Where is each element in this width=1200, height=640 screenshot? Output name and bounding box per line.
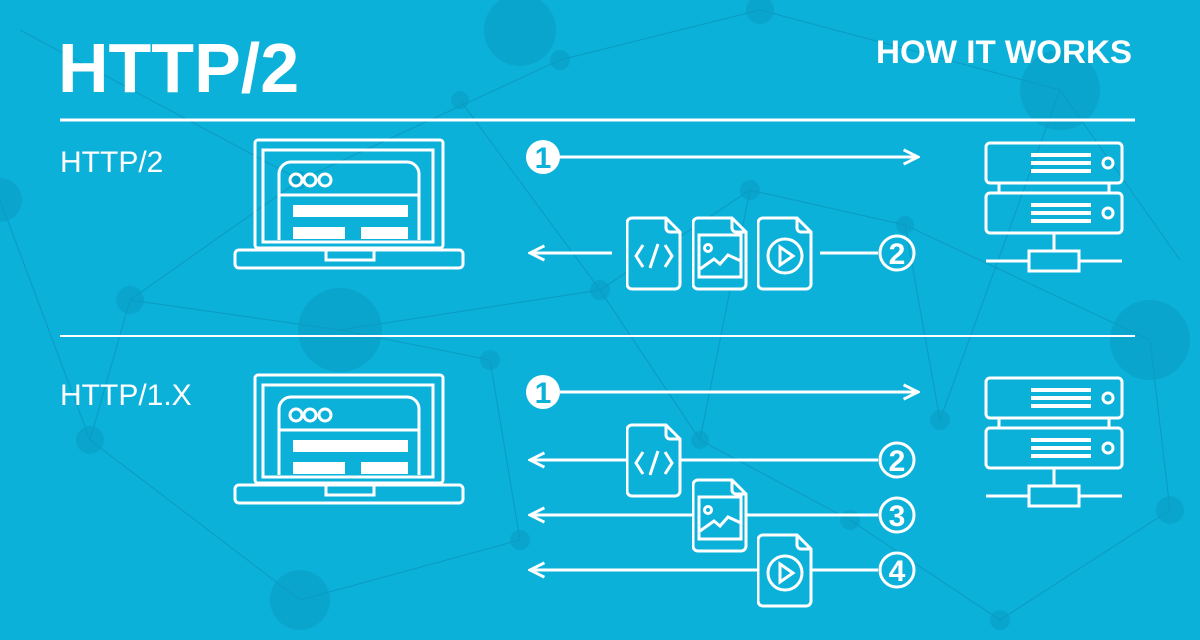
step-number: 2 bbox=[889, 238, 906, 271]
video-file-icon bbox=[758, 535, 811, 606]
step-number: 3 bbox=[889, 500, 906, 533]
video-file-icon bbox=[758, 218, 811, 289]
page-subtitle: HOW IT WORKS bbox=[876, 34, 1132, 70]
code-file-icon bbox=[627, 218, 680, 289]
http2-diagram: HTTP/2 HOW IT WORKS HTTP/2 1 2 HTTP/1.X … bbox=[0, 0, 1190, 630]
step-number: 1 bbox=[535, 142, 552, 175]
step-number: 1 bbox=[535, 377, 552, 410]
section-http2: HTTP/2 1 2 bbox=[60, 138, 1124, 289]
server-icon bbox=[984, 141, 1124, 273]
step-number: 2 bbox=[889, 445, 906, 478]
step-number: 4 bbox=[889, 555, 906, 588]
server-icon bbox=[984, 376, 1124, 508]
image-file-icon bbox=[693, 480, 746, 551]
laptop-icon bbox=[233, 138, 465, 270]
section-label: HTTP/2 bbox=[60, 146, 163, 179]
section-http1x: HTTP/1.X 1 2 3 4 bbox=[60, 373, 1124, 606]
laptop-icon bbox=[233, 373, 465, 505]
image-file-icon bbox=[693, 218, 746, 289]
code-file-icon bbox=[627, 425, 680, 496]
page-title: HTTP/2 bbox=[58, 29, 299, 107]
section-label: HTTP/1.X bbox=[60, 379, 192, 412]
